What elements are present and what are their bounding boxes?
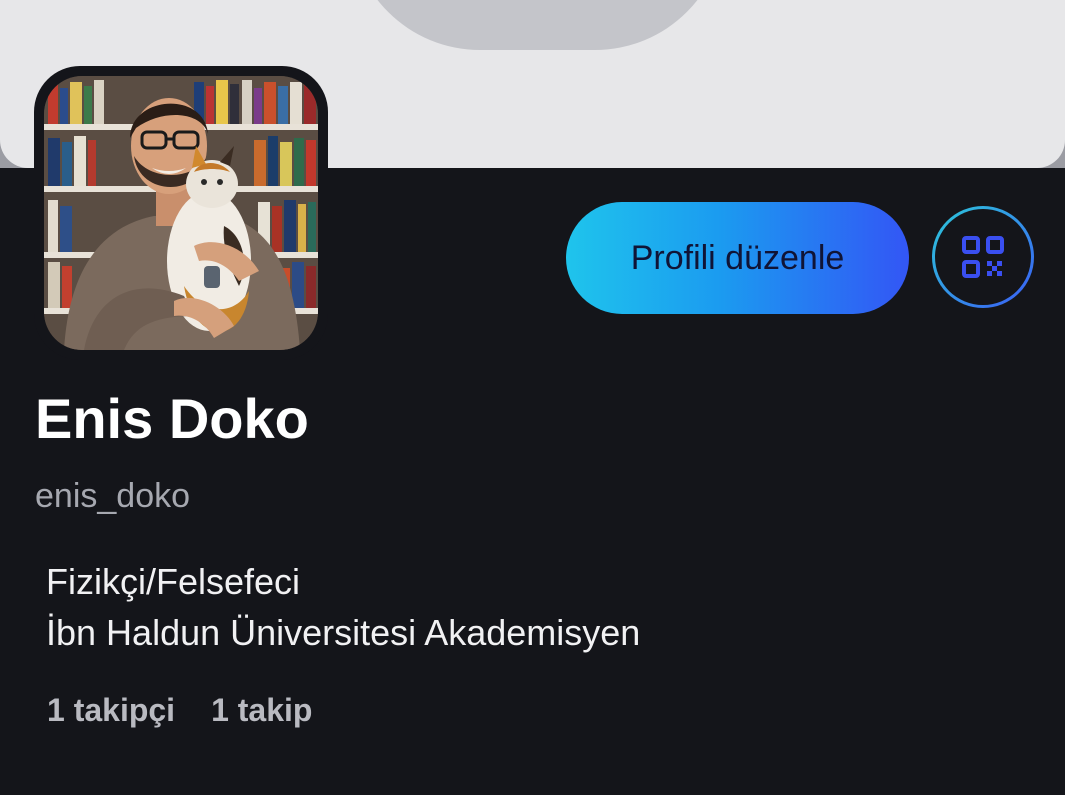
followers-label: takipçi bbox=[73, 692, 176, 728]
profile-name: Enis Doko bbox=[35, 387, 309, 450]
cover-placeholder-shape bbox=[350, 0, 725, 50]
qr-code-icon bbox=[962, 236, 1004, 278]
followers-count: 1 bbox=[47, 692, 65, 728]
profile-handle: enis_doko bbox=[35, 477, 191, 515]
following-link[interactable]: 1 takip bbox=[211, 692, 312, 729]
avatar-photo bbox=[44, 76, 318, 350]
profile-stats: 1 takipçi 1 takip bbox=[47, 692, 312, 729]
bio-line: İbn Haldun Üniversitesi Akademisyen bbox=[46, 612, 641, 653]
following-label: takip bbox=[237, 692, 313, 728]
following-count: 1 bbox=[211, 692, 229, 728]
profile-bio: Fizikçi/Felsefeci İbn Haldun Üniversites… bbox=[46, 556, 640, 658]
followers-link[interactable]: 1 takipçi bbox=[47, 692, 175, 729]
profile-page: Profili düzenle Enis Doko enis_doko Fizi… bbox=[0, 0, 1065, 795]
qr-code-button[interactable] bbox=[932, 206, 1034, 308]
bio-line: Fizikçi/Felsefeci bbox=[46, 561, 301, 602]
edit-profile-button[interactable]: Profili düzenle bbox=[566, 202, 909, 314]
edit-profile-label: Profili düzenle bbox=[630, 238, 845, 277]
avatar-frame bbox=[34, 66, 328, 360]
qr-code-button-inner bbox=[935, 209, 1031, 305]
avatar[interactable] bbox=[44, 76, 318, 350]
